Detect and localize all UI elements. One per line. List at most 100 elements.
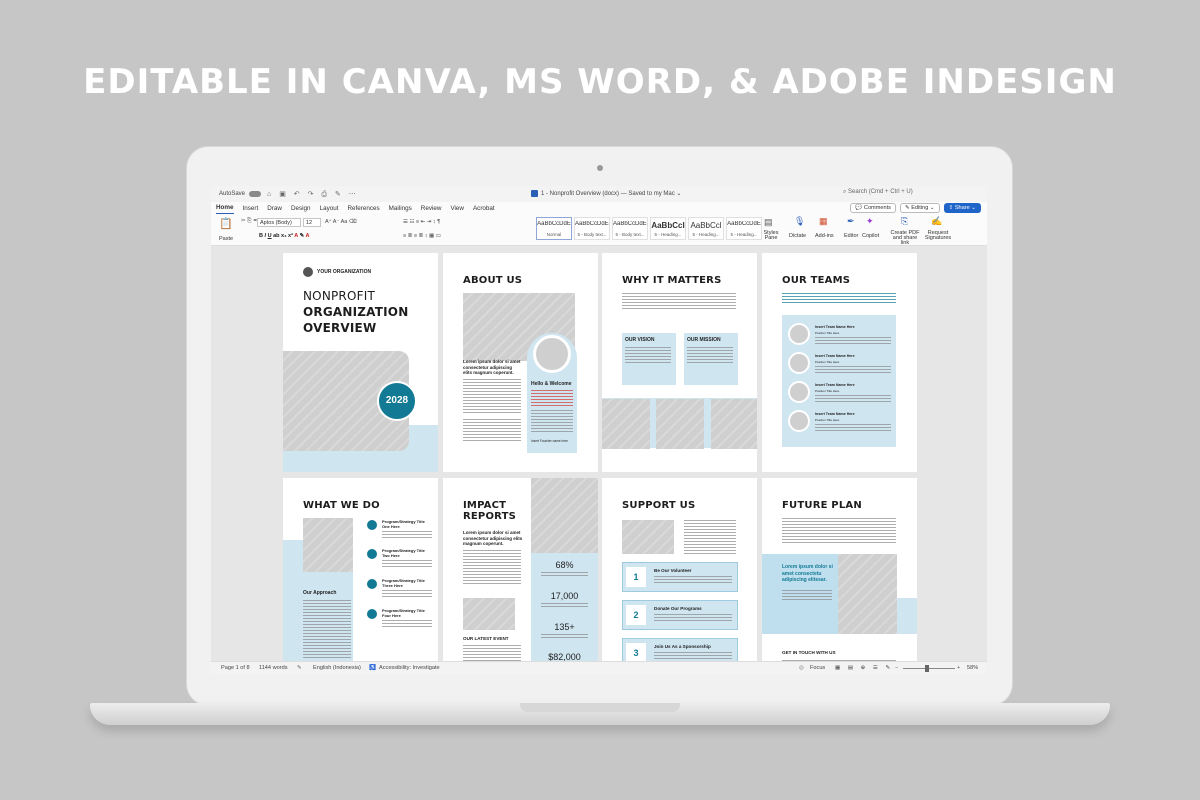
search-input[interactable]: ⌕ Search (Cmd + Ctrl + U): [843, 189, 973, 199]
why-body-text: [622, 293, 736, 311]
proofing-icon[interactable]: ✎: [297, 665, 302, 671]
zoom-slider-thumb[interactable]: [925, 665, 929, 672]
page-future[interactable]: FUTURE PLAN Lorem ipsum dolor si amet co…: [762, 478, 917, 661]
style-heading-1[interactable]: AaBbCcI 5 - Heading...: [650, 217, 686, 240]
support-number-3: 3: [626, 643, 646, 661]
zoom-slider[interactable]: [903, 668, 955, 669]
about-body-text-2: [463, 419, 521, 443]
get-in-touch-heading: GET IN TOUCH WITH US: [782, 650, 836, 655]
program-text-3: [382, 590, 432, 598]
document-canvas[interactable]: YOUR ORGANIZATION NONPROFIT ORGANIZATION…: [211, 246, 987, 661]
focus-button[interactable]: Focus: [810, 665, 825, 671]
impact-image-bottom: [463, 598, 515, 630]
language-status[interactable]: English (Indonesia): [313, 665, 361, 671]
impact-lead: Lorem ipsum dolor si amet consectetur ad…: [463, 530, 523, 546]
tab-view[interactable]: View: [450, 203, 464, 214]
title-bar: AutoSave ⌂ ▣ ↶ ↷ ⎙ ✎ ⋯ 1 - Nonprofit Ove…: [211, 186, 987, 202]
hello-heading: Hello & Welcome: [531, 381, 572, 387]
mission-text: [687, 347, 733, 363]
stat-desc-2: [541, 603, 588, 607]
page-count[interactable]: Page 1 of 8: [221, 665, 250, 671]
tab-review[interactable]: Review: [421, 203, 442, 214]
team-photo-1: [788, 323, 810, 345]
zoom-in-button[interactable]: +: [957, 665, 960, 671]
page-support[interactable]: SUPPORT US 1 Be Our Volunteer 2 Donate O…: [602, 478, 757, 661]
support-number-2: 2: [626, 605, 646, 625]
page-what[interactable]: WHAT WE DO Our Approach Program/Strategy…: [283, 478, 438, 661]
styles-pane-button[interactable]: Styles Pane: [762, 230, 780, 241]
team-desc-3: [815, 395, 891, 402]
copilot-button[interactable]: Copilot: [862, 233, 879, 239]
style-body-1[interactable]: AaBbCcDdEe 5 - Body text...: [574, 217, 610, 240]
document-title-text: 1 - Nonprofit Overview (docx) — Saved to…: [541, 191, 675, 198]
cover-title-3: OVERVIEW: [303, 321, 377, 335]
tab-layout[interactable]: Layout: [320, 203, 339, 214]
request-signatures-button[interactable]: Request Signatures: [924, 230, 952, 241]
share-button[interactable]: ⇪ Share ⌄: [943, 203, 981, 213]
font-name-select[interactable]: Aptos (Body): [257, 218, 301, 227]
about-body-text: [463, 379, 521, 415]
page-about[interactable]: ABOUT US Lorem ipsum dolor si amet conse…: [443, 253, 598, 472]
styles-pane-icon[interactable]: ▤: [764, 217, 773, 228]
team-position-2: Position Title Here: [815, 360, 840, 364]
create-pdf-icon[interactable]: ⎘: [901, 216, 908, 227]
font-size-select[interactable]: 12: [303, 218, 321, 227]
support-label-2: Donate Our Programs: [654, 606, 702, 611]
zoom-level[interactable]: 58%: [967, 665, 978, 671]
page-why[interactable]: WHY IT MATTERS OUR VISION OUR MISSION: [602, 253, 757, 472]
clipboard-icons[interactable]: ✂ ⎘ ✒: [241, 218, 258, 225]
program-text-2: [382, 560, 432, 568]
create-pdf-button[interactable]: Create PDF and share link: [888, 230, 922, 246]
format-icons[interactable]: B I U ab x₂ x² A ✎ A: [259, 233, 310, 239]
addins-button[interactable]: Add-ins: [815, 233, 834, 239]
addins-icon[interactable]: ▦: [819, 216, 828, 227]
teams-lead-text: [782, 293, 896, 303]
style-normal[interactable]: AaBbCcDdE Normal: [536, 217, 572, 240]
page-impact[interactable]: IMPACT REPORTS Lorem ipsum dolor si amet…: [443, 478, 598, 661]
tab-references[interactable]: References: [347, 203, 379, 214]
team-position-3: Position Title Here: [815, 389, 840, 393]
tab-home[interactable]: Home: [216, 202, 234, 214]
style-body-2[interactable]: AaBbCcDdEe 5 - Body text...: [612, 217, 648, 240]
editing-button[interactable]: ✎ Editing ⌄: [899, 203, 940, 213]
headline: EDITABLE IN CANVA, MS WORD, & ADOBE INDE…: [83, 62, 1117, 102]
style-heading-3[interactable]: AaBbCcDdE 5 - Heading...: [726, 217, 762, 240]
tab-mailings[interactable]: Mailings: [389, 203, 412, 214]
word-count[interactable]: 1144 words: [259, 665, 288, 671]
comments-button[interactable]: 💬 Comments: [850, 203, 896, 213]
program-title-1: Program/Strategy Title One Here: [382, 519, 425, 529]
team-photo-3: [788, 381, 810, 403]
tab-draw[interactable]: Draw: [267, 203, 282, 214]
page-teams[interactable]: OUR TEAMS Insert Team Name Here Position…: [762, 253, 917, 472]
editor-icon[interactable]: ✒: [847, 216, 855, 227]
copilot-icon[interactable]: ✦: [866, 216, 874, 227]
request-signatures-icon[interactable]: ✍: [931, 216, 942, 227]
paste-icon[interactable]: 📋: [219, 217, 233, 230]
support-label-3: Join Us As a Sponsorship: [654, 644, 711, 649]
future-body-text: [782, 518, 896, 544]
paste-button[interactable]: Paste: [219, 236, 233, 242]
page-cover[interactable]: YOUR ORGANIZATION NONPROFIT ORGANIZATION…: [283, 253, 438, 472]
search-placeholder: Search (Cmd + Ctrl + U): [848, 189, 913, 195]
program-text-4: [382, 620, 432, 628]
zoom-out-button[interactable]: −: [895, 665, 898, 671]
style-sample: AaBbCcI: [651, 221, 685, 230]
editor-button[interactable]: Editor: [844, 233, 858, 239]
accessibility-status[interactable]: Accessibility: Investigate: [379, 665, 440, 671]
tab-insert[interactable]: Insert: [243, 203, 259, 214]
quick-access-icons[interactable]: ⌂ ▣ ↶ ↷ ⎙ ✎ ⋯: [267, 190, 359, 199]
about-title: ABOUT US: [463, 275, 523, 286]
list-icons[interactable]: ☰ ☷ ≡ ⇤ ⇥ ↕ ¶: [403, 219, 440, 225]
align-icons[interactable]: ≡ ≣ ≡ ≣ ↕ ▦ ▭: [403, 233, 441, 239]
tab-design[interactable]: Design: [291, 203, 311, 214]
dictate-icon[interactable]: 🎙: [794, 216, 805, 227]
document-title[interactable]: 1 - Nonprofit Overview (docx) — Saved to…: [531, 190, 681, 197]
style-heading-2[interactable]: AaBbCcl 5 - Heading...: [688, 217, 724, 240]
style-name: Normal: [546, 232, 562, 237]
font-size-icons[interactable]: A⁺ A⁻ Aa ⌫: [325, 219, 357, 225]
latest-event-text: [463, 645, 521, 661]
autosave-toggle[interactable]: [249, 191, 262, 197]
dictate-button[interactable]: Dictate: [789, 233, 806, 239]
tab-acrobat[interactable]: Acrobat: [473, 203, 495, 214]
view-mode-icons[interactable]: ▦ ▤ ⊕ ☰ ✎: [835, 665, 893, 671]
